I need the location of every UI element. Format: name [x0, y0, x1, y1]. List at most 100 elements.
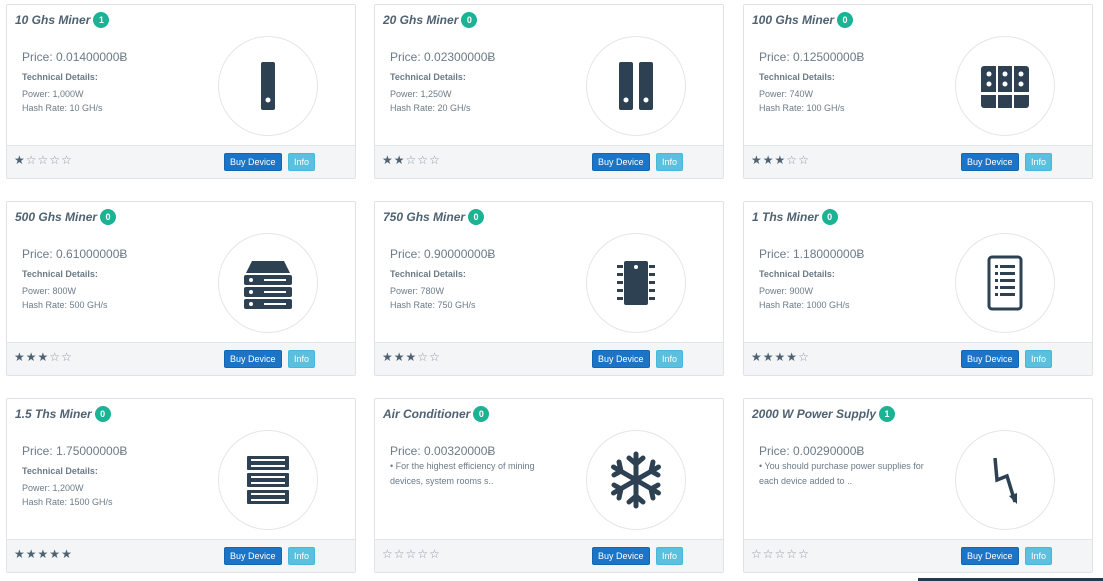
- star-empty-icon[interactable]: ☆: [798, 153, 810, 167]
- star-empty-icon[interactable]: ☆: [49, 350, 61, 364]
- buy-device-button[interactable]: Buy Device: [224, 547, 282, 565]
- power-spec: Power: 1,200W: [22, 483, 84, 493]
- info-button[interactable]: Info: [656, 153, 684, 171]
- card-footer: ★★★☆☆ Buy Device Info: [744, 145, 1092, 178]
- info-button[interactable]: Info: [1025, 153, 1053, 171]
- info-button[interactable]: Info: [656, 350, 684, 368]
- star-filled-icon[interactable]: ★: [14, 547, 26, 561]
- info-button[interactable]: Info: [656, 547, 684, 565]
- star-filled-icon[interactable]: ★: [763, 153, 775, 167]
- technical-details-heading: Technical Details:: [390, 269, 466, 279]
- star-empty-icon[interactable]: ☆: [406, 153, 418, 167]
- product-title: 2000 W Power Supply 1: [752, 406, 896, 422]
- info-button[interactable]: Info: [288, 153, 316, 171]
- product-card: Air Conditioner 0 Price: 0.00320000Ƀ • For …: [374, 398, 724, 573]
- product-card: 500 Ghs Miner 0 Price: 0.61000000Ƀ Technica…: [6, 201, 356, 376]
- info-button[interactable]: Info: [1025, 350, 1053, 368]
- star-filled-icon[interactable]: ★: [61, 547, 73, 561]
- star-empty-icon[interactable]: ☆: [417, 153, 429, 167]
- technical-details-heading: Technical Details:: [22, 466, 98, 476]
- star-empty-icon[interactable]: ☆: [798, 547, 810, 561]
- owned-count-badge: 0: [473, 406, 490, 422]
- star-empty-icon[interactable]: ☆: [429, 153, 441, 167]
- product-card: 2000 W Power Supply 1 Price: 0.00290000Ƀ • …: [743, 398, 1093, 573]
- product-price: Price: 0.61000000Ƀ: [22, 247, 128, 261]
- star-empty-icon[interactable]: ☆: [775, 547, 787, 561]
- star-filled-icon[interactable]: ★: [406, 350, 418, 364]
- star-filled-icon[interactable]: ★: [382, 350, 394, 364]
- star-empty-icon[interactable]: ☆: [38, 153, 50, 167]
- star-filled-icon[interactable]: ★: [751, 350, 763, 364]
- star-empty-icon[interactable]: ☆: [417, 547, 429, 561]
- buy-device-button[interactable]: Buy Device: [961, 547, 1019, 565]
- owned-count-badge: 0: [100, 209, 117, 225]
- technical-details-heading: Technical Details:: [22, 72, 98, 82]
- star-filled-icon[interactable]: ★: [49, 547, 61, 561]
- product-name: 10 Ghs Miner: [15, 13, 91, 27]
- buy-device-button[interactable]: Buy Device: [224, 153, 282, 171]
- star-empty-icon[interactable]: ☆: [763, 547, 775, 561]
- star-filled-icon[interactable]: ★: [751, 153, 763, 167]
- star-filled-icon[interactable]: ★: [763, 350, 775, 364]
- star-filled-icon[interactable]: ★: [38, 350, 50, 364]
- star-filled-icon[interactable]: ★: [786, 350, 798, 364]
- owned-count-badge: 0: [461, 12, 478, 28]
- star-filled-icon[interactable]: ★: [394, 153, 406, 167]
- rating-stars: ★☆☆☆☆: [14, 153, 73, 167]
- star-filled-icon[interactable]: ★: [775, 350, 787, 364]
- power-spec: Power: 1,000W: [22, 89, 84, 99]
- star-empty-icon[interactable]: ☆: [786, 153, 798, 167]
- star-empty-icon[interactable]: ☆: [394, 547, 406, 561]
- card-footer: ★★☆☆☆ Buy Device Info: [375, 145, 723, 178]
- star-filled-icon[interactable]: ★: [26, 547, 38, 561]
- star-empty-icon[interactable]: ☆: [429, 547, 441, 561]
- product-name: 100 Ghs Miner: [752, 13, 835, 27]
- star-empty-icon[interactable]: ☆: [798, 350, 810, 364]
- owned-count-badge: 0: [468, 209, 485, 225]
- star-filled-icon[interactable]: ★: [26, 350, 38, 364]
- star-empty-icon[interactable]: ☆: [61, 153, 73, 167]
- miner-grid: 10 Ghs Miner 1 Price: 0.01400000Ƀ Technical…: [0, 0, 1103, 581]
- product-card: 1 Ths Miner 0 Price: 1.18000000Ƀ Technical …: [743, 201, 1093, 376]
- star-filled-icon[interactable]: ★: [382, 153, 394, 167]
- star-empty-icon[interactable]: ☆: [61, 350, 73, 364]
- server-stack-icon: [218, 233, 318, 333]
- buy-device-button[interactable]: Buy Device: [592, 350, 650, 368]
- buy-device-button[interactable]: Buy Device: [961, 350, 1019, 368]
- owned-count-badge: 0: [94, 406, 111, 422]
- star-empty-icon[interactable]: ☆: [382, 547, 394, 561]
- star-empty-icon[interactable]: ☆: [26, 153, 38, 167]
- star-filled-icon[interactable]: ★: [14, 350, 26, 364]
- star-empty-icon[interactable]: ☆: [417, 350, 429, 364]
- card-footer: ☆☆☆☆☆ Buy Device Info: [744, 539, 1092, 572]
- info-button[interactable]: Info: [1025, 547, 1053, 565]
- product-name: 1.5 Ths Miner: [15, 407, 92, 421]
- star-empty-icon[interactable]: ☆: [406, 547, 418, 561]
- star-empty-icon[interactable]: ☆: [751, 547, 763, 561]
- star-filled-icon[interactable]: ★: [775, 153, 787, 167]
- product-name: Air Conditioner: [383, 407, 471, 421]
- product-title: 750 Ghs Miner 0: [383, 209, 485, 225]
- star-empty-icon[interactable]: ☆: [429, 350, 441, 364]
- product-price: Price: 0.90000000Ƀ: [390, 247, 496, 261]
- product-price: Price: 0.00320000Ƀ: [390, 444, 496, 458]
- info-button[interactable]: Info: [288, 350, 316, 368]
- buy-device-button[interactable]: Buy Device: [961, 153, 1019, 171]
- product-name: 1 Ths Miner: [752, 210, 819, 224]
- technical-details-heading: Technical Details:: [759, 72, 835, 82]
- info-button[interactable]: Info: [288, 547, 316, 565]
- power-spec: Power: 800W: [22, 286, 77, 296]
- buy-device-button[interactable]: Buy Device: [224, 350, 282, 368]
- card-footer: ★☆☆☆☆ Buy Device Info: [7, 145, 355, 178]
- star-filled-icon[interactable]: ★: [14, 153, 26, 167]
- star-empty-icon[interactable]: ☆: [786, 547, 798, 561]
- rating-stars: ★★★★☆: [751, 350, 810, 364]
- star-empty-icon[interactable]: ☆: [49, 153, 61, 167]
- star-filled-icon[interactable]: ★: [394, 350, 406, 364]
- buy-device-button[interactable]: Buy Device: [592, 153, 650, 171]
- buy-device-button[interactable]: Buy Device: [592, 547, 650, 565]
- snowflake-icon: [586, 430, 686, 530]
- product-name: 750 Ghs Miner: [383, 210, 466, 224]
- hash-rate-spec: Hash Rate: 500 GH/s: [22, 300, 108, 310]
- star-filled-icon[interactable]: ★: [38, 547, 50, 561]
